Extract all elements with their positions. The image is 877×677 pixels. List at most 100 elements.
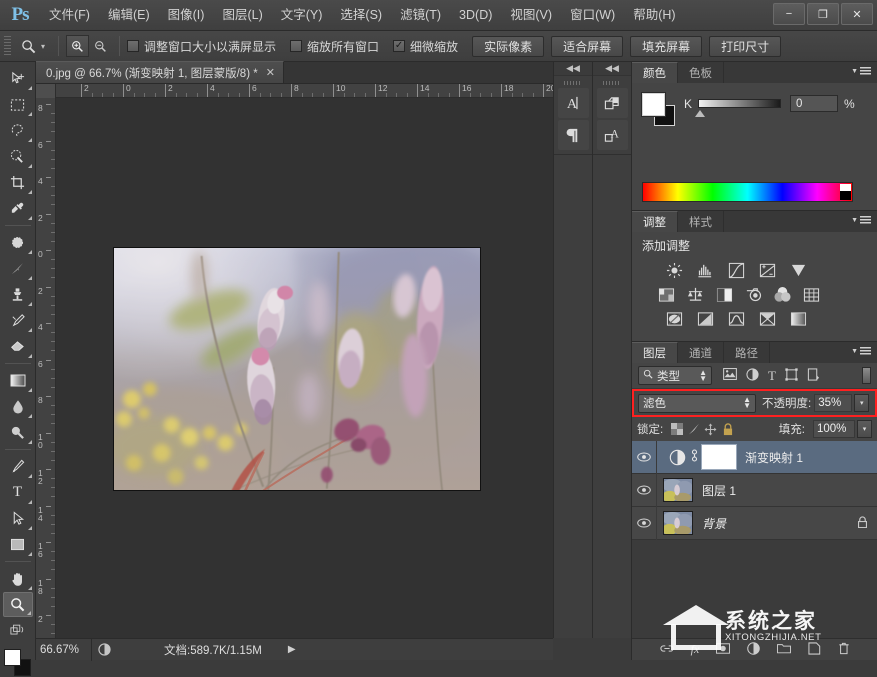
delete-layer-icon[interactable]: [838, 642, 850, 658]
gradient-tool[interactable]: [3, 368, 33, 393]
filter-pixel-icon[interactable]: [723, 368, 737, 383]
maximize-button[interactable]: ❐: [807, 3, 839, 25]
menu-select[interactable]: 选择(S): [331, 0, 391, 31]
selective-color-icon[interactable]: [788, 310, 808, 327]
chevron-updown-icon[interactable]: ▲▼: [699, 370, 707, 382]
channel-mixer-icon[interactable]: [772, 286, 792, 303]
document-tab[interactable]: 0.jpg @ 66.7% (渐变映射 1, 图层蒙版/8) * ✕: [36, 61, 284, 83]
layer-visibility-icon[interactable]: [632, 452, 656, 462]
hand-tool[interactable]: [3, 566, 33, 591]
resize-windows-checkbox[interactable]: 调整窗口大小以满屏显示: [127, 38, 276, 55]
fill-value[interactable]: 100%: [813, 420, 855, 438]
color-lookup-icon[interactable]: [801, 286, 821, 303]
menu-type[interactable]: 文字(Y): [272, 0, 332, 31]
type-tool[interactable]: T: [3, 480, 33, 505]
options-bar-grip[interactable]: [4, 36, 11, 56]
actual-pixels-button[interactable]: 实际像素: [472, 36, 544, 57]
layer-visibility-icon[interactable]: [632, 485, 656, 495]
opacity-value[interactable]: 35%: [814, 394, 852, 412]
menu-image[interactable]: 图像(I): [159, 0, 214, 31]
dodge-tool[interactable]: [3, 420, 33, 445]
menu-3d[interactable]: 3D(D): [450, 0, 501, 31]
zoom-all-windows-checkbox[interactable]: 缩放所有窗口: [290, 38, 379, 55]
layer-mask-thumbnail[interactable]: [702, 445, 736, 469]
edit-toolbar-icon[interactable]: [3, 618, 33, 643]
color-balance-icon[interactable]: [685, 286, 705, 303]
gradient-map-icon[interactable]: [757, 310, 777, 327]
tool-preset-caret[interactable]: ▾: [41, 42, 45, 51]
close-icon[interactable]: ✕: [266, 66, 275, 79]
dock-right-grip[interactable]: [603, 81, 621, 85]
fit-screen-button[interactable]: 适合屏幕: [551, 36, 623, 57]
lock-position-icon[interactable]: [702, 421, 719, 438]
brightness-contrast-icon[interactable]: [664, 262, 684, 279]
rectangle-shape-tool[interactable]: [3, 532, 33, 557]
zoom-level-field[interactable]: 66.67%: [36, 639, 92, 661]
layer-name[interactable]: 图层 1: [702, 482, 736, 499]
collapse-dock-right-icon[interactable]: ◀◀: [593, 62, 631, 76]
color-swatches[interactable]: [3, 649, 33, 677]
menu-help[interactable]: 帮助(H): [624, 0, 684, 31]
lock-transparency-icon[interactable]: [668, 421, 685, 438]
layer-row-gradient-map[interactable]: 渐变映射 1: [632, 441, 877, 474]
new-group-icon[interactable]: [777, 642, 791, 657]
new-fill-adjustment-icon[interactable]: [747, 642, 760, 658]
marquee-tool[interactable]: [3, 92, 33, 117]
layer-visibility-icon[interactable]: [632, 518, 656, 528]
pen-tool[interactable]: [3, 454, 33, 479]
new-layer-icon[interactable]: [808, 642, 821, 658]
link-layers-icon[interactable]: [660, 643, 674, 657]
black-white-icon[interactable]: [714, 286, 734, 303]
character-panel-icon[interactable]: A: [558, 88, 589, 118]
filter-shape-icon[interactable]: [785, 368, 798, 384]
quick-selection-tool[interactable]: [3, 144, 33, 169]
preview-icon[interactable]: [92, 643, 116, 656]
k-channel-value[interactable]: 0: [790, 95, 838, 112]
menu-edit[interactable]: 编辑(E): [99, 0, 159, 31]
zoom-tool-icon[interactable]: [17, 35, 39, 57]
menu-window[interactable]: 窗口(W): [561, 0, 624, 31]
vertical-ruler[interactable]: 86420246810121416182: [36, 98, 56, 638]
layer-thumbnail[interactable]: [663, 511, 693, 535]
exposure-icon[interactable]: [757, 262, 777, 279]
adjustments-panel-menu-icon[interactable]: ▼: [851, 216, 871, 225]
dock-left-grip[interactable]: [564, 81, 582, 85]
layer-filter-type-select[interactable]: 类型 ▲▼: [638, 366, 712, 385]
blend-mode-select[interactable]: 滤色 ▲▼: [638, 394, 756, 413]
close-button[interactable]: ✕: [841, 3, 873, 25]
status-expand-arrow[interactable]: ▶: [288, 644, 296, 655]
layer-row-background[interactable]: 背景: [632, 507, 877, 540]
paragraph-panel-icon[interactable]: [558, 120, 589, 150]
crop-tool[interactable]: [3, 170, 33, 195]
threshold-icon[interactable]: [726, 310, 746, 327]
menu-filter[interactable]: 滤镜(T): [391, 0, 450, 31]
zoom-in-button[interactable]: [66, 35, 89, 57]
fill-screen-button[interactable]: 填充屏幕: [630, 36, 702, 57]
color-spectrum-bar[interactable]: [642, 182, 853, 202]
tab-color[interactable]: 颜色: [632, 62, 678, 83]
layer-filter-toggle[interactable]: [862, 367, 871, 384]
spot-healing-brush-tool[interactable]: [3, 230, 33, 255]
menu-layer[interactable]: 图层(L): [213, 0, 271, 31]
zoom-out-button[interactable]: [89, 35, 112, 57]
scrubby-zoom-checkbox[interactable]: ✓ 细微缩放: [393, 38, 458, 55]
vibrance-icon[interactable]: [788, 262, 808, 279]
menu-file[interactable]: 文件(F): [40, 0, 99, 31]
clone-stamp-tool[interactable]: [3, 282, 33, 307]
brush-tool[interactable]: [3, 256, 33, 281]
tab-adjustments[interactable]: 调整: [632, 211, 678, 232]
layer-row-layer-1[interactable]: 图层 1: [632, 474, 877, 507]
image-canvas[interactable]: [113, 247, 481, 491]
spectrum-black-swatch[interactable]: [840, 191, 851, 200]
collapse-dock-left-icon[interactable]: ◀◀: [554, 62, 592, 76]
ruler-corner[interactable]: [36, 84, 56, 98]
tab-paths[interactable]: 路径: [724, 342, 770, 363]
adjustment-layer-thumbnail[interactable]: [667, 447, 687, 467]
zoom-tool-active[interactable]: [3, 592, 33, 617]
filter-smart-object-icon[interactable]: [807, 368, 820, 384]
horizontal-ruler[interactable]: 202468101214161820: [36, 84, 553, 98]
canvas-area[interactable]: 202468101214161820 86420246810121416182: [36, 84, 553, 638]
layer-style-icon[interactable]: fx: [691, 642, 700, 657]
curves-icon[interactable]: [726, 262, 746, 279]
layer-thumbnail[interactable]: [663, 478, 693, 502]
